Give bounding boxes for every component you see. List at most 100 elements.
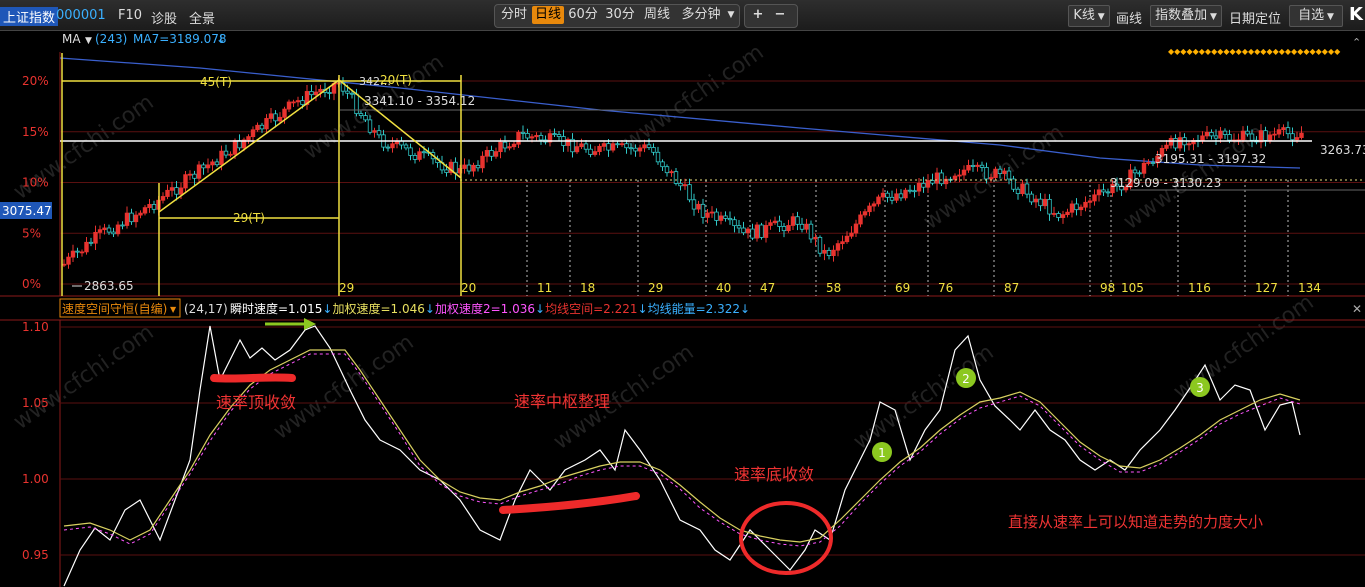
candle-body [327,92,332,94]
candle-body [705,212,710,218]
candle-body [372,130,377,133]
period-count: (243) [95,32,127,46]
candle-body [471,164,476,172]
close-icon[interactable]: ✕ [1352,302,1362,316]
candle-body [1105,191,1111,194]
zoom-out-button[interactable]: − [770,6,790,24]
indicator-name[interactable]: 速度空间守恒(自编) [62,301,167,316]
candle-body [651,147,656,153]
draw-line-button[interactable]: 画线 [1116,8,1142,27]
index-code[interactable]: 000001 [56,8,106,23]
watchlist-label: 自选 [1298,8,1325,23]
price-axis-ticks: 0% 5% 10% 15% 20% [22,74,49,291]
candle-body [466,164,472,172]
candle-body [655,151,661,163]
candle-body [682,184,688,187]
legend-arrow-ma-energy: ↓ [740,302,750,316]
candle-body [1042,198,1048,207]
chart-canvas[interactable]: www.cfchi.com www.cfchi.com www.cfchi.comw… [0,30,1365,587]
candle-body [939,172,944,185]
zoom-in-button[interactable]: + [748,6,768,24]
candle-body [1173,138,1178,149]
candle-body [133,214,139,223]
candle-body [93,231,98,244]
ma-menu-label[interactable]: MA [62,32,81,46]
diagnose-button[interactable]: 诊股 [151,8,177,27]
candle-body [916,182,922,192]
candle-body [799,223,805,230]
time-tick-label: 87 [1004,281,1019,295]
watermark-text: www.cfchi.com [619,40,768,155]
k-logo: K [1349,4,1363,25]
candle-body [633,147,638,152]
tab-period-timeshare[interactable]: 分时 [498,6,530,24]
watchlist-dropdown[interactable]: 自选 ▼ [1289,5,1343,27]
candle-body [106,227,112,233]
index-name[interactable]: 上证指数 [0,7,59,26]
candle-body [1092,194,1097,202]
candle-body [214,161,220,166]
candle-body [930,180,935,184]
candle-body [529,136,535,139]
tab-period-weekly[interactable]: 周线 [641,6,673,24]
time-tick-label: 11 [537,281,552,295]
chevron-down-icon: ▼ [1324,12,1334,22]
annotation-top-convergence: 速率顶收敛 [216,393,296,412]
tab-period-30min[interactable]: 30分 [604,6,636,24]
tab-period-daily[interactable]: 日线 [532,6,564,24]
candle-body [624,143,629,149]
collapse-icon[interactable]: ⌃ [1352,36,1361,49]
candle-body [610,143,616,151]
candle-body [475,164,481,169]
candle-body [894,193,899,201]
candle-body [727,218,733,221]
highlight-stroke-center [499,492,640,514]
candle-body [192,173,197,179]
date-locate-button[interactable]: 日期定位 [1229,8,1281,27]
candle-body [669,171,674,174]
indicator-values: 瞬时速度=1.015↓加权速度=1.046↓加权速度2=1.036↓均线空间=2… [230,301,750,316]
candle-body [552,133,557,136]
annotation-bottom-convergence: 速率底收敛 [734,465,814,484]
f10-button[interactable]: F10 [118,8,142,23]
fullscreen-button[interactable]: 全景 [189,8,215,27]
candle-body [1272,133,1277,136]
candle-body [1276,129,1282,135]
candle-body [678,182,683,187]
candle-body [1281,127,1286,131]
candle-body [642,144,647,149]
tab-period-multimin[interactable]: 多分钟 [676,6,726,24]
candle-body [961,169,967,176]
candle-body [502,141,508,149]
candle-body [862,211,868,216]
candle-body [273,113,278,122]
chevron-down-icon[interactable]: ▼ [170,305,177,314]
candle-body [1164,144,1169,149]
span-45-label: 45(T) [200,75,232,89]
index-overlay-dropdown[interactable]: 指数叠加 ▼ [1150,5,1222,27]
candle-body [219,150,224,166]
time-tick-label: 105 [1121,281,1144,295]
price-tick-label: 15% [22,125,49,139]
candle-body [1227,134,1232,141]
candle-body [615,143,620,146]
candle-body [934,172,940,184]
time-tick-label: 134 [1298,281,1321,295]
chevron-down-icon[interactable]: ▼ [726,6,736,24]
candle-body [84,241,89,253]
low-price-label: 2863.65 [84,279,134,293]
candle-body [489,150,494,157]
candle-body [637,147,643,152]
candle-body [1078,206,1084,211]
candle-body [907,189,913,192]
candle-body [295,100,301,103]
candle-body [1087,200,1093,203]
candle-body [102,227,107,231]
chevron-down-icon[interactable]: ▼ [85,36,92,46]
tab-period-60min[interactable]: 60分 [567,6,599,24]
candle-body [1222,130,1228,135]
candle-body [768,222,773,226]
kline-type-dropdown[interactable]: K线 ▼ [1068,5,1110,27]
candle-body [925,180,931,188]
candle-body [259,124,265,130]
